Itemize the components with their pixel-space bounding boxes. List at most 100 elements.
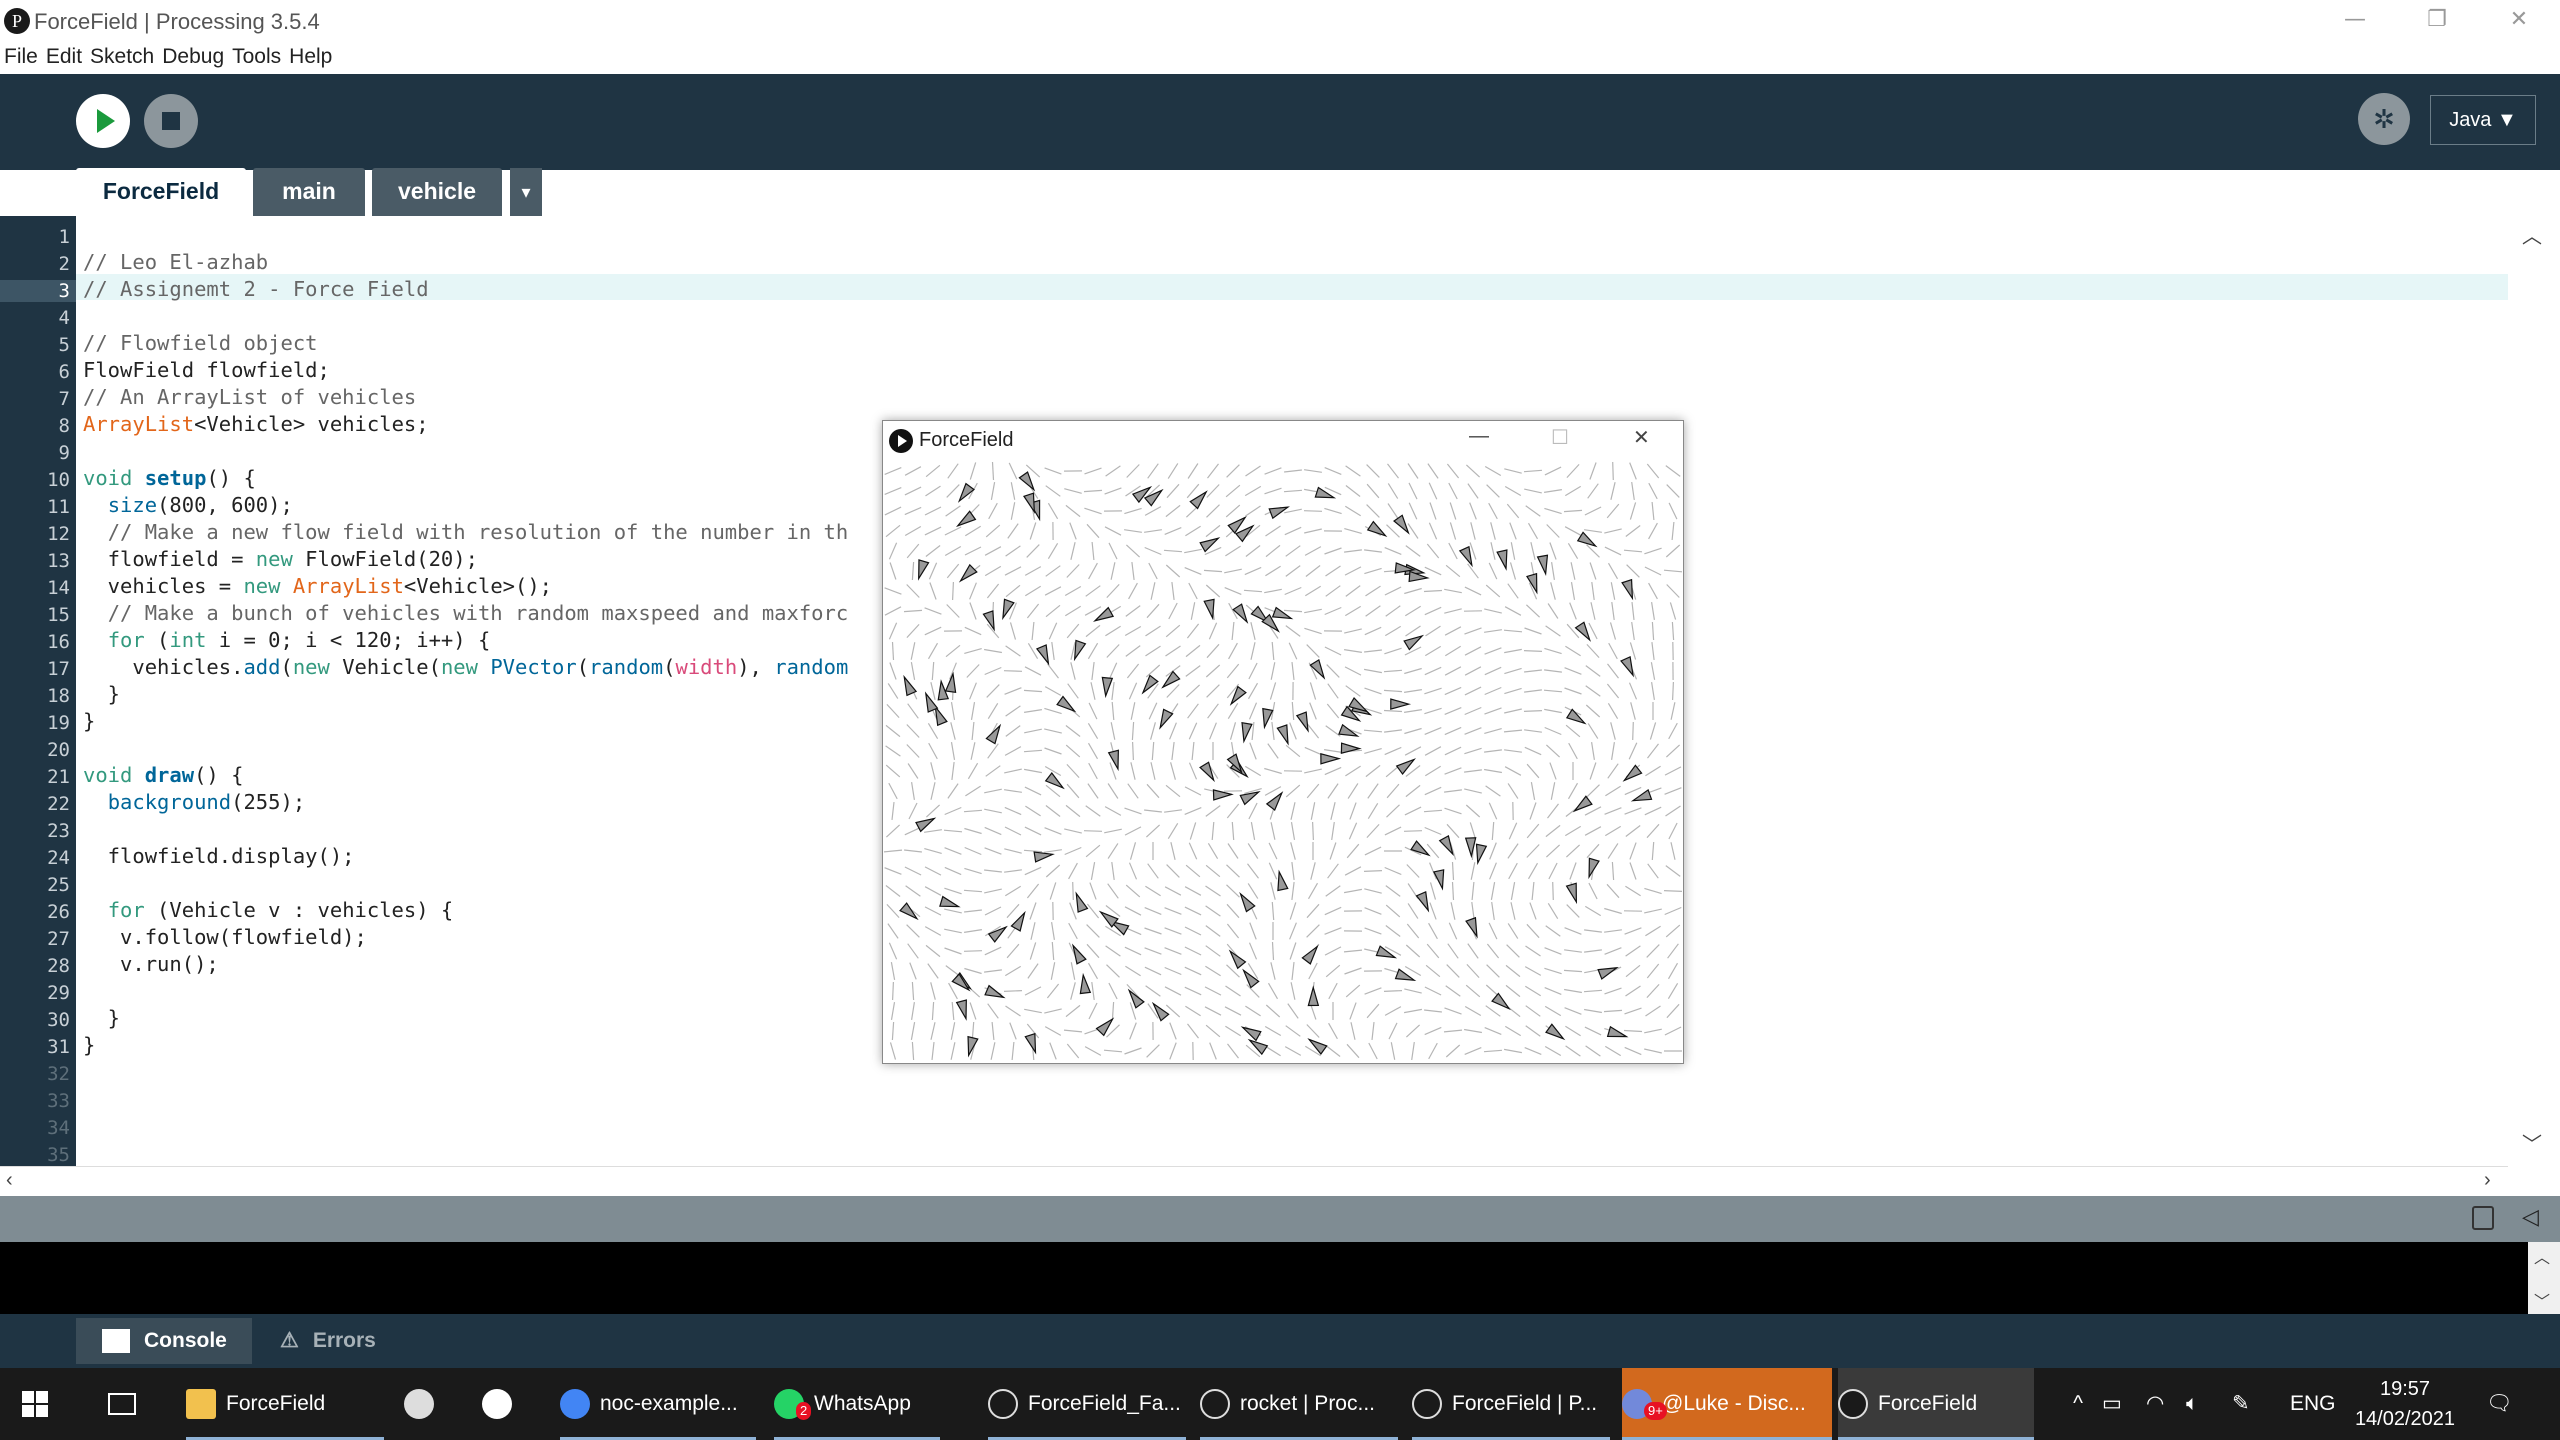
flow-vector — [1248, 802, 1258, 820]
taskbar-item[interactable]: rocket | Proc... — [1200, 1368, 1398, 1440]
code-line[interactable]: vehicles.add(new Vehicle(new PVector(ran… — [83, 654, 848, 681]
sketch-maximize-button[interactable]: ☐ — [1551, 425, 1569, 450]
wifi-icon[interactable]: ◠ — [2146, 1368, 2164, 1440]
clipboard-icon[interactable] — [2472, 1206, 2494, 1230]
flow-vector — [1105, 465, 1121, 477]
flow-vector — [945, 505, 961, 517]
pen-icon[interactable]: ✎ — [2232, 1368, 2250, 1440]
notifications-icon[interactable]: 🗨︎ — [2486, 1368, 2513, 1440]
minimize-button[interactable]: — — [2314, 0, 2396, 44]
tabs-menu-button[interactable]: ▾ — [510, 168, 542, 216]
errors-tab[interactable]: ⚠ Errors — [260, 1318, 420, 1364]
sketch-minimize-button[interactable]: — — [1469, 425, 1489, 448]
scroll-up-icon[interactable]: ︿ — [2522, 220, 2542, 249]
tab-forcefield[interactable]: ForceField — [76, 168, 246, 216]
taskbar-item[interactable]: ForceField — [1838, 1368, 2034, 1440]
flow-vector — [1651, 682, 1655, 700]
editor-vertical-scrollbar[interactable]: ︿ ﹀ — [2508, 216, 2560, 1166]
code-line[interactable]: } — [83, 681, 120, 708]
sketch-window[interactable]: ForceField — ☐ ✕ — [882, 420, 1684, 1064]
scroll-left-icon[interactable]: ‹ — [6, 1169, 13, 1192]
taskbar-item[interactable]: 9+ @Luke - Disc... — [1622, 1368, 1832, 1440]
code-line[interactable]: void draw() { — [83, 762, 243, 789]
tab-main[interactable]: main — [253, 168, 365, 216]
code-line[interactable]: // Flowfield object — [83, 330, 318, 357]
code-line[interactable]: background(255); — [83, 789, 305, 816]
code-line[interactable]: FlowField flowfield; — [83, 357, 330, 384]
menu-file[interactable]: File — [0, 44, 42, 74]
console-scrollbar[interactable]: ︿ ﹀ — [2528, 1242, 2560, 1314]
battery-icon[interactable]: ▭ — [2102, 1368, 2122, 1440]
flow-vector — [924, 526, 942, 536]
flow-vector — [887, 683, 899, 699]
flow-vector — [1164, 986, 1182, 996]
console-scroll-up-icon[interactable]: ︿ — [2534, 1244, 2550, 1268]
taskbar-item[interactable]: noc-example... — [560, 1368, 756, 1440]
scroll-down-icon[interactable]: ﹀ — [2522, 1128, 2542, 1157]
code-line[interactable]: // Make a new flow field with resolution… — [83, 519, 849, 546]
taskbar-item[interactable] — [404, 1368, 448, 1440]
code-line[interactable]: void setup() { — [83, 465, 256, 492]
code-line[interactable]: // An ArrayList of vehicles — [83, 384, 416, 411]
stop-button[interactable] — [144, 94, 198, 148]
menu-edit[interactable]: Edit — [42, 44, 86, 74]
flow-vector — [1364, 846, 1382, 856]
menu-sketch[interactable]: Sketch — [86, 44, 158, 74]
flow-vector — [1550, 782, 1556, 800]
debugger-button[interactable]: ✲ — [2358, 93, 2410, 145]
editor-horizontal-scrollbar[interactable]: ‹ › — [0, 1166, 2508, 1196]
run-button[interactable] — [76, 94, 130, 148]
code-line[interactable]: vehicles = new ArrayList<Vehicle>(); — [83, 573, 552, 600]
flow-vector — [964, 626, 982, 636]
code-line[interactable]: // Leo El-azhab — [83, 249, 268, 276]
code-line[interactable]: size(800, 600); — [83, 492, 293, 519]
flow-vector — [1411, 1042, 1415, 1060]
taskbar-item[interactable]: ForceField — [186, 1368, 384, 1440]
console-tab[interactable]: Console — [76, 1318, 252, 1364]
close-button[interactable]: ✕ — [2478, 0, 2560, 44]
task-view-button[interactable] — [108, 1368, 142, 1440]
language-indicator[interactable]: ENG — [2290, 1368, 2336, 1440]
flow-vector — [1383, 709, 1403, 713]
sketch-close-button[interactable]: ✕ — [1633, 425, 1650, 450]
mode-select[interactable]: Java ▼ — [2430, 95, 2536, 145]
code-line[interactable]: } — [83, 1005, 120, 1032]
code-line[interactable]: v.follow(flowfield); — [83, 924, 367, 951]
code-line[interactable]: // Assignemt 2 - Force Field — [83, 276, 429, 303]
console-output[interactable] — [0, 1242, 2560, 1314]
flow-vector — [1584, 529, 1602, 533]
menu-tools[interactable]: Tools — [228, 44, 285, 74]
tray-chevron-icon[interactable]: ^ — [2064, 1368, 2092, 1440]
collapse-console-icon[interactable]: ◁ — [2522, 1204, 2539, 1230]
code-line[interactable]: ArrayList<Vehicle> vehicles; — [83, 411, 429, 438]
restore-button[interactable]: ❐ — [2396, 0, 2478, 44]
volume-icon[interactable]: 🔈︎ — [2186, 1368, 2199, 1440]
clock[interactable]: 19:57 14/02/2021 — [2350, 1374, 2460, 1434]
code-line[interactable]: } — [83, 708, 95, 735]
scroll-right-icon[interactable]: › — [2484, 1169, 2491, 1192]
taskbar-item[interactable]: ForceField | P... — [1412, 1368, 1610, 1440]
flow-vector — [1603, 1009, 1623, 1013]
code-line[interactable]: // Make a bunch of vehicles with random … — [83, 600, 849, 627]
code-line[interactable]: flowfield.display(); — [83, 843, 355, 870]
vehicle — [1262, 707, 1274, 730]
code-line[interactable]: } — [83, 1032, 95, 1059]
taskbar-item[interactable]: ForceField_Fa... — [988, 1368, 1186, 1440]
taskbar-item[interactable] — [482, 1368, 526, 1440]
flow-field-canvas[interactable] — [883, 461, 1683, 1063]
flow-vector — [1044, 467, 1062, 475]
start-button[interactable] — [20, 1368, 64, 1440]
code-line[interactable]: for (int i = 0; i < 120; i++) { — [83, 627, 491, 654]
flow-vector — [1088, 702, 1098, 720]
tab-vehicle[interactable]: vehicle — [372, 168, 502, 216]
taskbar-item[interactable]: 2 WhatsApp — [774, 1368, 940, 1440]
menu-help[interactable]: Help — [285, 44, 336, 74]
flow-vector — [1371, 1022, 1375, 1040]
code-line[interactable]: flowfield = new FlowField(20); — [83, 546, 478, 573]
code-line[interactable]: v.run(); — [83, 951, 219, 978]
flow-vector — [1307, 882, 1319, 900]
flow-vector — [1404, 605, 1422, 617]
code-line[interactable]: for (Vehicle v : vehicles) { — [83, 897, 454, 924]
menu-debug[interactable]: Debug — [158, 44, 228, 74]
console-scroll-down-icon[interactable]: ﹀ — [2534, 1288, 2550, 1312]
